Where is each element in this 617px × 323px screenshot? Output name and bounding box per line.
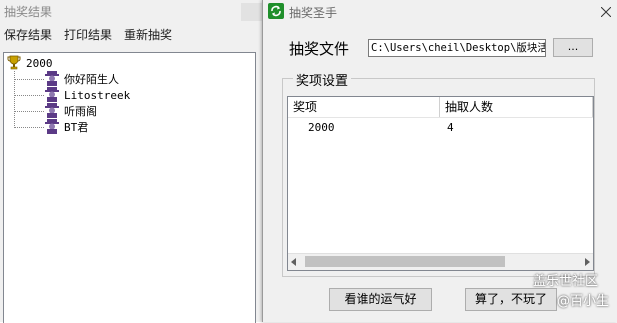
- close-icon[interactable]: [594, 0, 617, 24]
- watermark-line1: 盖乐世社区: [533, 274, 599, 289]
- tree-branch-line: [14, 94, 44, 96]
- scroll-thumb[interactable]: [305, 256, 505, 267]
- scroll-right-icon[interactable]: [585, 258, 590, 266]
- tree-branch-line: [14, 126, 44, 128]
- results-window: 抽奖结果 保存结果 打印结果 重新抽奖 2000 你好陌生人 Litostree…: [0, 0, 262, 323]
- tree-branch-line: [14, 78, 44, 80]
- tree-item-label: 你好陌生人: [64, 73, 119, 86]
- window-title: 抽奖圣手: [289, 6, 338, 20]
- trophy-icon: [6, 54, 22, 73]
- lottery-window: 抽奖圣手 抽奖文件 C:\Users\cheil\Desktop\版块活动 ..…: [262, 0, 617, 322]
- tree-root-label: 2000: [26, 56, 53, 70]
- file-label: 抽奖文件: [289, 40, 350, 58]
- results-window-title: 抽奖结果: [4, 5, 53, 19]
- tree-item-label: 听雨阁: [64, 105, 97, 118]
- tree-item[interactable]: Litostreek: [14, 86, 131, 103]
- user-avatar-icon: [44, 118, 60, 137]
- prize-settings-label: 奖项设置: [293, 70, 352, 89]
- column-header-count[interactable]: 抽取人数: [440, 97, 593, 117]
- file-path-field[interactable]: C:\Users\cheil\Desktop\版块活动: [368, 39, 546, 57]
- list-header: 奖项 抽取人数: [288, 97, 593, 118]
- tree-item-label: BT君: [64, 121, 89, 134]
- column-header-prize[interactable]: 奖项: [288, 97, 440, 117]
- browse-button[interactable]: ...: [553, 38, 593, 57]
- app-recycle-icon: [268, 3, 284, 19]
- tree-item-label: Litostreek: [64, 88, 131, 102]
- results-menu-bar: 保存结果 打印结果 重新抽奖: [0, 26, 180, 44]
- cell-prize: 2000: [308, 121, 335, 134]
- tree-item[interactable]: 你好陌生人: [14, 70, 119, 87]
- menu-save-results[interactable]: 保存结果: [4, 26, 52, 44]
- horizontal-scrollbar[interactable]: [288, 253, 593, 270]
- results-window-control[interactable]: [241, 3, 262, 21]
- results-tree[interactable]: 2000 你好陌生人 Litostreek 听雨阁 BT君: [3, 52, 256, 323]
- scroll-left-icon[interactable]: [291, 258, 296, 266]
- menu-redraw[interactable]: 重新抽奖: [124, 26, 172, 44]
- draw-lucky-button[interactable]: 看谁的运气好: [329, 288, 432, 311]
- watermark-line2: @百小生: [557, 294, 610, 309]
- list-row[interactable]: 2000 4: [288, 119, 593, 137]
- cell-count: 4: [447, 121, 454, 134]
- prize-list[interactable]: 奖项 抽取人数 2000 4: [287, 96, 594, 271]
- menu-print-results[interactable]: 打印结果: [64, 26, 112, 44]
- quit-button[interactable]: 算了，不玩了: [465, 288, 557, 311]
- tree-branch-line: [14, 110, 44, 112]
- tree-item[interactable]: BT君: [14, 118, 89, 137]
